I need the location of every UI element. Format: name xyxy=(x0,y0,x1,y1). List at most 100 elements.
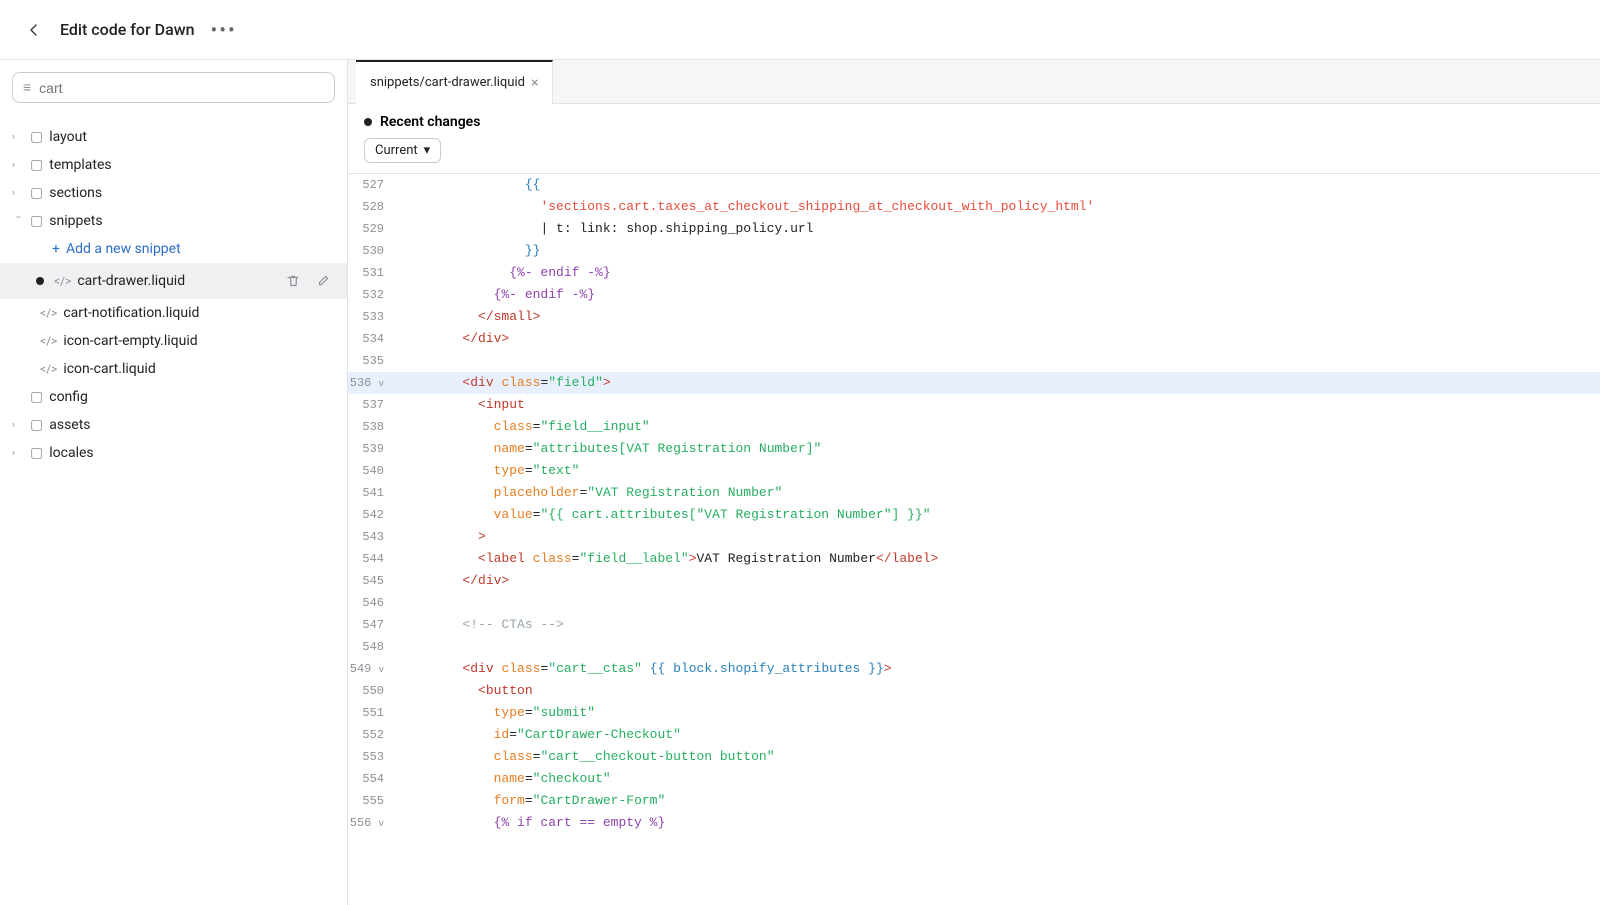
sidebar-file-label: cart-notification.liquid xyxy=(63,305,199,321)
code-editor[interactable]: 527 {{ 528 'sections.cart.taxes_at_check… xyxy=(348,174,1600,905)
line-number: 544 xyxy=(348,548,400,569)
file-code-icon: </> xyxy=(54,274,71,288)
current-dropdown[interactable]: Current ▾ xyxy=(364,138,441,163)
line-content: <input xyxy=(400,394,525,416)
sidebar-file-label: cart-drawer.liquid xyxy=(77,273,185,289)
line-content: class="cart__checkout-button button" xyxy=(400,746,775,768)
recent-changes-label: Recent changes xyxy=(380,114,480,130)
line-content: type="submit" xyxy=(400,702,595,724)
chevron-right-icon: › xyxy=(12,160,24,171)
chevron-right-icon: › xyxy=(12,188,24,199)
code-line: 537 <input xyxy=(348,394,1600,416)
line-number: 527 xyxy=(348,174,400,195)
code-line: 548 xyxy=(348,636,1600,658)
add-snippet-button[interactable]: + Add a new snippet xyxy=(0,235,347,263)
sidebar-item-config[interactable]: ▢ config xyxy=(0,383,347,411)
line-content: </small> xyxy=(400,306,540,328)
code-line: 550 <button xyxy=(348,680,1600,702)
line-content: {%- endif -%} xyxy=(400,284,595,306)
code-line: 530 }} xyxy=(348,240,1600,262)
code-line: 553 class="cart__checkout-button button" xyxy=(348,746,1600,768)
dropdown-label: Current xyxy=(375,143,418,158)
code-line: 554 name="checkout" xyxy=(348,768,1600,790)
line-number: 547 xyxy=(348,614,400,635)
line-number: 528 xyxy=(348,196,400,217)
code-line: 532 {%- endif -%} xyxy=(348,284,1600,306)
line-number: 540 xyxy=(348,460,400,481)
plus-icon: + xyxy=(52,241,60,257)
line-content: {% if cart == empty %} xyxy=(400,812,665,834)
line-number: 554 xyxy=(348,768,400,789)
line-content: 'sections.cart.taxes_at_checkout_shippin… xyxy=(400,196,1094,218)
line-content: | t: link: shop.shipping_policy.url xyxy=(400,218,813,240)
folder-icon: ▢ xyxy=(30,129,43,145)
line-content: <label class="field__label">VAT Registra… xyxy=(400,548,938,570)
recent-changes-panel: Recent changes Current ▾ xyxy=(348,104,1600,174)
code-line: 551 type="submit" xyxy=(348,702,1600,724)
chevron-right-icon: › xyxy=(12,448,24,459)
folder-open-icon: ▢ xyxy=(30,213,43,229)
line-content: <div class="field"> xyxy=(400,372,611,394)
line-number: 556 v xyxy=(348,812,400,834)
search-icon: ≡ xyxy=(23,79,31,96)
sidebar-item-templates[interactable]: › ▢ templates xyxy=(0,151,347,179)
code-line: 531 {%- endif -%} xyxy=(348,262,1600,284)
folder-icon: ▢ xyxy=(30,157,43,173)
rename-button[interactable] xyxy=(311,269,335,293)
line-number: 534 xyxy=(348,328,400,349)
code-line: 541 placeholder="VAT Registration Number… xyxy=(348,482,1600,504)
line-number: 543 xyxy=(348,526,400,547)
file-code-icon: </> xyxy=(40,306,57,320)
folder-icon: ▢ xyxy=(30,185,43,201)
code-line: 552 id="CartDrawer-Checkout" xyxy=(348,724,1600,746)
code-line: 533 </small> xyxy=(348,306,1600,328)
sidebar-item-icon-cart[interactable]: </> icon-cart.liquid xyxy=(0,355,347,383)
code-line: 542 value="{{ cart.attributes["VAT Regis… xyxy=(348,504,1600,526)
line-number: 551 xyxy=(348,702,400,723)
more-options-button[interactable]: ••• xyxy=(211,18,237,42)
tab-label: snippets/cart-drawer.liquid xyxy=(370,75,525,90)
code-line: 555 form="CartDrawer-Form" xyxy=(348,790,1600,812)
line-content: type="text" xyxy=(400,460,579,482)
sidebar-item-sections[interactable]: › ▢ sections xyxy=(0,179,347,207)
code-line: 544 <label class="field__label">VAT Regi… xyxy=(348,548,1600,570)
line-content: </div> xyxy=(400,570,509,592)
code-line: 545 </div> xyxy=(348,570,1600,592)
line-number: 545 xyxy=(348,570,400,591)
sidebar-item-snippets[interactable]: › ▢ snippets xyxy=(0,207,347,235)
delete-button[interactable] xyxy=(281,269,305,293)
code-line: 536 v <div class="field"> xyxy=(348,372,1600,394)
sidebar-item-assets[interactable]: › ▢ assets xyxy=(0,411,347,439)
line-content xyxy=(400,636,408,658)
back-button[interactable] xyxy=(20,16,48,44)
tab-close-button[interactable]: × xyxy=(531,76,538,90)
code-line: 529 | t: link: shop.shipping_policy.url xyxy=(348,218,1600,240)
file-code-icon: </> xyxy=(40,362,57,376)
line-number: 542 xyxy=(348,504,400,525)
sidebar-item-layout[interactable]: › ▢ layout xyxy=(0,123,347,151)
folder-icon: ▢ xyxy=(30,389,43,405)
sidebar-item-cart-notification[interactable]: </> cart-notification.liquid xyxy=(0,299,347,327)
code-line: 534 </div> xyxy=(348,328,1600,350)
line-number: 533 xyxy=(348,306,400,327)
line-content: id="CartDrawer-Checkout" xyxy=(400,724,681,746)
line-content: {%- endif -%} xyxy=(400,262,611,284)
sidebar-item-locales[interactable]: › ▢ locales xyxy=(0,439,347,467)
sidebar-item-cart-drawer[interactable]: </> cart-drawer.liquid xyxy=(0,263,347,299)
sidebar-item-icon-cart-empty[interactable]: </> icon-cart-empty.liquid xyxy=(0,327,347,355)
top-bar: Edit code for Dawn ••• xyxy=(0,0,1600,60)
code-line: 527 {{ xyxy=(348,174,1600,196)
code-line: 549 v <div class="cart__ctas" {{ block.s… xyxy=(348,658,1600,680)
line-number: 555 xyxy=(348,790,400,811)
code-line: 535 xyxy=(348,350,1600,372)
line-number: 552 xyxy=(348,724,400,745)
line-number: 553 xyxy=(348,746,400,767)
code-lines: 527 {{ 528 'sections.cart.taxes_at_check… xyxy=(348,174,1600,834)
folder-icon: ▢ xyxy=(30,445,43,461)
tab-cart-drawer[interactable]: snippets/cart-drawer.liquid × xyxy=(356,60,553,104)
sidebar-item-label: assets xyxy=(49,417,90,433)
sidebar-scroll: › ▢ layout › ▢ templates › ▢ sections › … xyxy=(0,111,347,905)
chevron-down-icon: › xyxy=(13,215,24,227)
search-input[interactable] xyxy=(39,80,324,96)
recent-changes-title: Recent changes xyxy=(364,114,1584,130)
